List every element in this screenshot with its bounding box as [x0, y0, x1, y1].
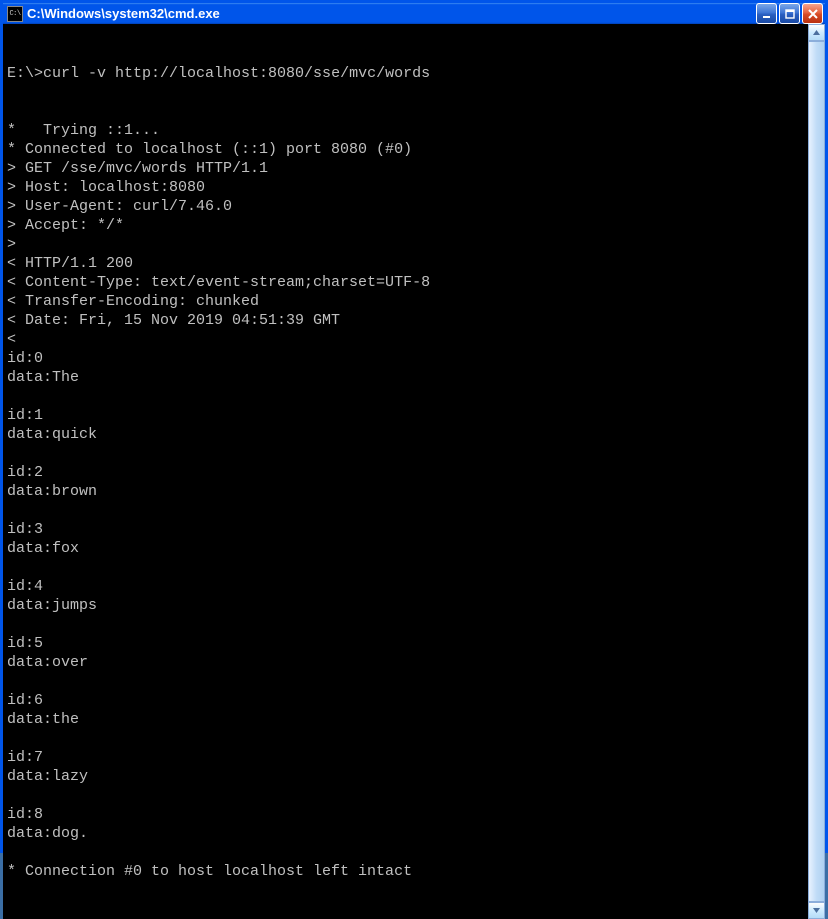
- terminal-line: id:6: [7, 691, 806, 710]
- terminal-line: data:fox: [7, 539, 806, 558]
- terminal-line: id:3: [7, 520, 806, 539]
- window-title: C:\Windows\system32\cmd.exe: [27, 6, 756, 21]
- close-button[interactable]: [802, 3, 823, 24]
- terminal-line: [7, 786, 806, 805]
- terminal-line: > User-Agent: curl/7.46.0: [7, 197, 806, 216]
- terminal-line: * Connected to localhost (::1) port 8080…: [7, 140, 806, 159]
- terminal-line: id:2: [7, 463, 806, 482]
- titlebar[interactable]: C:\ C:\Windows\system32\cmd.exe: [3, 3, 825, 24]
- scrollbar-track[interactable]: [808, 41, 825, 902]
- terminal-line: [7, 672, 806, 691]
- terminal-line: [7, 501, 806, 520]
- command-text: curl -v http://localhost:8080/sse/mvc/wo…: [43, 65, 430, 82]
- terminal-line: data:lazy: [7, 767, 806, 786]
- terminal-line: id:1: [7, 406, 806, 425]
- terminal-line: data:jumps: [7, 596, 806, 615]
- terminal-line: < HTTP/1.1 200: [7, 254, 806, 273]
- terminal-line: data:dog.: [7, 824, 806, 843]
- terminal-output[interactable]: E:\>curl -v http://localhost:8080/sse/mv…: [3, 24, 808, 919]
- scroll-down-button[interactable]: [808, 902, 825, 919]
- terminal-line: data:over: [7, 653, 806, 672]
- terminal-line: < Date: Fri, 15 Nov 2019 04:51:39 GMT: [7, 311, 806, 330]
- terminal-line: <: [7, 330, 806, 349]
- terminal-line: * Connection #0 to host localhost left i…: [7, 862, 806, 881]
- terminal-line: id:0: [7, 349, 806, 368]
- terminal-line: [7, 387, 806, 406]
- terminal-line: * Trying ::1...: [7, 121, 806, 140]
- window-controls: [756, 3, 823, 24]
- terminal-line: [7, 558, 806, 577]
- terminal-line: > Host: localhost:8080: [7, 178, 806, 197]
- terminal-line: < Transfer-Encoding: chunked: [7, 292, 806, 311]
- terminal-line: >: [7, 235, 806, 254]
- terminal-line: < Content-Type: text/event-stream;charse…: [7, 273, 806, 292]
- terminal-line: [7, 729, 806, 748]
- terminal-line: [7, 444, 806, 463]
- scroll-up-button[interactable]: [808, 24, 825, 41]
- terminal-line: id:8: [7, 805, 806, 824]
- maximize-button[interactable]: [779, 3, 800, 24]
- terminal-line: data:quick: [7, 425, 806, 444]
- command-line: E:\>curl -v http://localhost:8080/sse/mv…: [7, 64, 806, 83]
- terminal-line: > GET /sse/mvc/words HTTP/1.1: [7, 159, 806, 178]
- terminal-line: id:7: [7, 748, 806, 767]
- cmd-icon: C:\: [7, 6, 23, 22]
- cmd-window: C:\ C:\Windows\system32\cmd.exe E:\>curl…: [0, 0, 828, 853]
- vertical-scrollbar[interactable]: [808, 24, 825, 919]
- scrollbar-thumb[interactable]: [808, 41, 825, 902]
- terminal-line: data:The: [7, 368, 806, 387]
- terminal-line: data:the: [7, 710, 806, 729]
- terminal-line: id:5: [7, 634, 806, 653]
- terminal-line: [7, 615, 806, 634]
- client-area: E:\>curl -v http://localhost:8080/sse/mv…: [3, 24, 825, 919]
- terminal-line: data:brown: [7, 482, 806, 501]
- minimize-button[interactable]: [756, 3, 777, 24]
- terminal-line: > Accept: */*: [7, 216, 806, 235]
- prompt: E:\>: [7, 65, 43, 82]
- terminal-line: id:4: [7, 577, 806, 596]
